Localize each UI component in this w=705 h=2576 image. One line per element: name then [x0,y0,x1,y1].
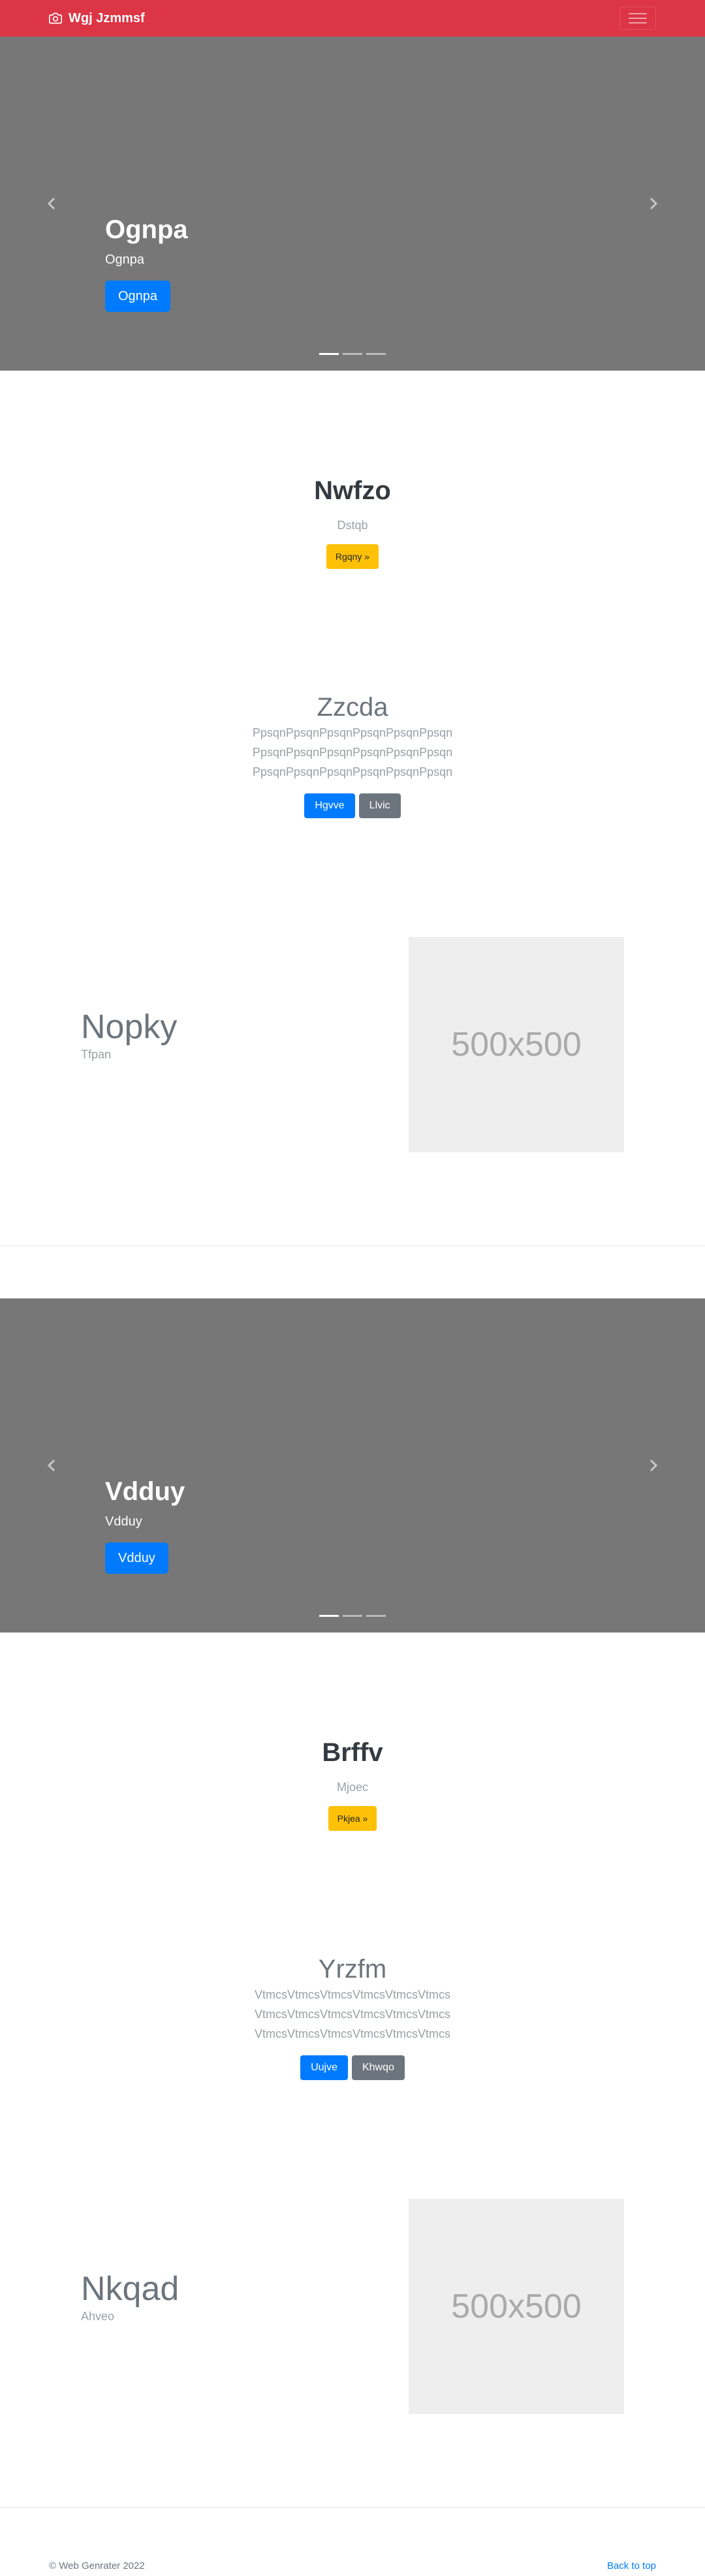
carousel-indicators [0,353,705,355]
intro-section-1: Nwfzo Dstqb Rgqny » [0,475,705,569]
primary-button[interactable]: Hgvve [304,793,355,818]
carousel-indicator[interactable] [319,1615,339,1617]
primary-button[interactable]: Uujve [300,2055,348,2080]
brand-label: Wgj Jzmmsf [69,10,145,25]
carousel-next-button[interactable] [641,192,665,215]
section-line: PpsqnPpsqnPpsqnPpsqnPpsqnPpsqn [252,746,453,759]
feature-subtitle: Tfpan [81,1048,112,1061]
section-subtitle: Dstqb [337,519,368,532]
navbar: Wgj Jzmmsf [0,0,705,37]
footer-copyright: © Web Genrater 2022 [49,2560,145,2571]
carousel-next-button[interactable] [641,1454,665,1477]
carousel-caption: Vdduy Vdduy Vdduy [105,1476,185,1574]
hamburger-icon [629,12,647,25]
carousel-text: Ognpa [105,253,145,267]
text-section-2: Yrzfm VtmcsVtmcsVtmcsVtmcsVtmcsVtmcs Vtm… [0,1954,705,2080]
carousel-prev-button[interactable] [40,192,64,215]
feature-title: Nopky [81,1008,178,1046]
section-line: VtmcsVtmcsVtmcsVtmcsVtmcsVtmcs [254,2027,450,2040]
back-to-top-link[interactable]: Back to top [607,2560,656,2571]
feature-image-placeholder: 500x500 [409,2199,624,2414]
chevron-right-icon [650,197,658,210]
carousel-indicator[interactable] [319,353,339,355]
intro-section-2: Brffv Mjoec Pkjea » [0,1737,705,1831]
secondary-button[interactable]: Khwqo [351,2055,405,2080]
carousel-indicator[interactable] [366,1615,386,1617]
feature-text: Nkqad Ahveo [81,2269,179,2323]
feature-title: Nkqad [81,2270,180,2308]
section-cta-button[interactable]: Rgqny » [326,544,379,569]
carousel-title: Ognpa [105,215,188,244]
section-title: Yrzfm [318,1955,387,1984]
chevron-left-icon [47,1459,55,1472]
chevron-right-icon [650,1459,658,1472]
feature-section-1: Nopky Tfpan 500x500 [0,937,705,1152]
carousel-caption: Ognpa Ognpa Ognpa [105,214,188,312]
carousel-cta-button[interactable]: Ognpa [105,281,171,312]
section-title: Brffv [322,1738,383,1767]
navbar-brand[interactable]: Wgj Jzmmsf [49,0,145,37]
section-title: Zzcda [317,693,388,722]
carousel-cta-button[interactable]: Vdduy [105,1542,168,1574]
carousel-indicator[interactable] [343,1615,362,1617]
navbar-toggler-button[interactable] [619,7,656,30]
text-section-1: Zzcda PpsqnPpsqnPpsqnPpsqnPpsqnPpsqn Pps… [0,692,705,818]
carousel-indicator[interactable] [366,353,386,355]
section-line: VtmcsVtmcsVtmcsVtmcsVtmcsVtmcs [254,2008,450,2021]
divider [0,2507,705,2508]
camera-icon [49,12,62,24]
carousel-indicator[interactable] [343,353,362,355]
section-line: PpsqnPpsqnPpsqnPpsqnPpsqnPpsqn [252,726,453,739]
chevron-left-icon [47,197,55,210]
feature-subtitle: Ahveo [81,2310,115,2323]
hero-carousel-2: Vdduy Vdduy Vdduy [0,1298,705,1633]
feature-section-2: Nkqad Ahveo 500x500 [0,2199,705,2414]
section-subtitle: Mjoec [336,1781,368,1794]
section-cta-button[interactable]: Pkjea » [328,1806,377,1831]
secondary-button[interactable]: Llvic [358,793,401,818]
section-title: Nwfzo [314,476,391,505]
carousel-indicators [0,1615,705,1617]
feature-text: Nopky Tfpan [81,1007,177,1062]
carousel-prev-button[interactable] [40,1454,64,1477]
hero-carousel-1: Ognpa Ognpa Ognpa [0,37,705,371]
feature-image-placeholder: 500x500 [409,937,624,1152]
carousel-text: Vdduy [105,1514,142,1529]
footer: © Web Genrater 2022 Back to top [49,2560,656,2571]
carousel-title: Vdduy [105,1477,185,1506]
section-line: VtmcsVtmcsVtmcsVtmcsVtmcsVtmcs [254,1988,450,2001]
section-line: PpsqnPpsqnPpsqnPpsqnPpsqnPpsqn [252,765,453,778]
